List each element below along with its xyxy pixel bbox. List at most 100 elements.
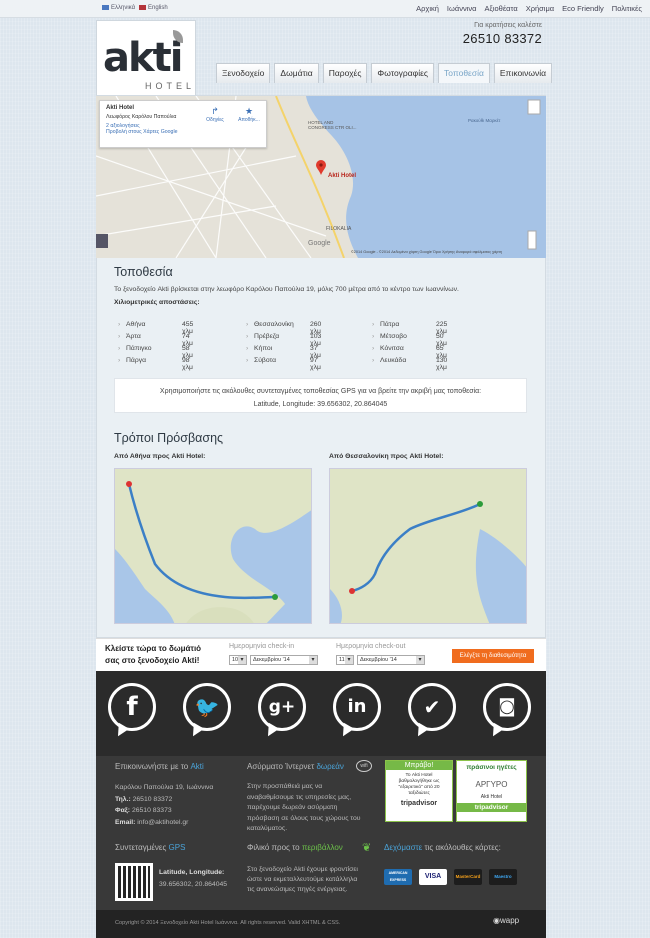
nav-photos[interactable]: Φωτογραφίες xyxy=(371,63,434,83)
linkedin-icon[interactable]: in xyxy=(333,683,381,731)
gps-title-b: GPS xyxy=(168,843,186,852)
eco-line: ώστε να εκμεταλλευτούμε κατάλληλα xyxy=(247,876,358,883)
nav-amenities[interactable]: Παροχές xyxy=(322,63,368,83)
ta1-head: Μπράβο! xyxy=(386,761,452,770)
checkout-month-select[interactable]: Δεκεμβρίου '14 xyxy=(357,655,425,665)
ta1-line: ταξιδιώτες xyxy=(408,791,430,796)
route-thess-title: Από Θεσσαλονίκη προς Akti Hotel: xyxy=(329,453,444,460)
topnav-sights[interactable]: Αξιοθέατα xyxy=(484,4,517,13)
save-button[interactable]: ★ Αποθήκ... xyxy=(234,106,264,123)
wifi-title-a: Ασύρματο Ίντερνετ xyxy=(247,762,317,771)
eco-title: Φιλικό προς το περιβάλλον xyxy=(247,843,343,852)
checkin-label: Ημερομηνία check-in xyxy=(229,643,295,650)
dist-km: 98 χλμ xyxy=(182,357,193,371)
route-map-thessaloniki[interactable] xyxy=(329,468,527,624)
dist-city: Πάπιγκο xyxy=(126,345,152,352)
cards-title-b: τις ακόλουθες κάρτες: xyxy=(424,843,501,852)
dist-city: Μέτσοβο xyxy=(380,333,407,340)
dist-km: 130 χλμ xyxy=(436,357,448,371)
check-availability-button[interactable]: Ελέγξτε τη διαθεσιμότητα xyxy=(452,649,534,663)
distances-title: Χιλιομετρικές αποστάσεις: xyxy=(114,299,200,306)
tel-label: Τηλ.: xyxy=(115,795,131,803)
topnav-home[interactable]: Αρχική xyxy=(416,4,439,13)
wifi-icon: wifi xyxy=(356,760,372,772)
contact-fax: 26510 83373 xyxy=(131,807,172,814)
maestro-card-icon: Maestro xyxy=(489,869,517,885)
cards-title: Δεχόμαστε τις ακόλουθες κάρτες: xyxy=(384,843,501,852)
tripadvisor-badge-green[interactable]: πράσινοι ηγέτες ΑΡΓΥΡΟ Akti Hotel tripad… xyxy=(456,760,527,822)
directions-icon: ↱ xyxy=(211,106,219,116)
logo[interactable]: akti HOTEL xyxy=(96,20,196,98)
star-icon: ★ xyxy=(244,106,254,116)
location-title: Τοποθεσία xyxy=(114,265,173,279)
topnav-useful[interactable]: Χρήσιμα xyxy=(526,4,554,13)
nav-location[interactable]: Τοποθεσία xyxy=(437,63,490,83)
save-label: Αποθήκ... xyxy=(238,117,260,123)
distances-table: › Αθήνα 455 χλμ › Θεσσαλονίκη 260 χλμ › Πάτρα… xyxy=(118,321,448,371)
contact-info: Καρόλου Παπούλια 19, Ιωάννινα Τηλ.: 2651… xyxy=(115,782,213,828)
topnav-ioannina[interactable]: Ιωάννινα xyxy=(447,4,477,13)
wifi-line: καταλύματος. xyxy=(247,825,288,832)
email-label: Email: xyxy=(115,818,136,826)
social-bar: f 🐦 g+ in ✔ ◙ xyxy=(96,671,546,756)
instagram-icon[interactable]: ◙ xyxy=(483,683,531,731)
amex-card-icon: AMERICAN EXPRESS xyxy=(384,869,412,885)
nav-rooms[interactable]: Δωμάτια xyxy=(274,63,319,83)
gps-footer-label: Latitude, Longitude: xyxy=(159,869,225,876)
nav-hotel[interactable]: Ξενοδοχείο xyxy=(216,63,271,83)
ta1-brand: tripadvisor xyxy=(400,800,438,807)
lang-english[interactable]: English xyxy=(139,5,168,11)
lang-english-label: English xyxy=(148,5,168,12)
dist-city: Πάτρα xyxy=(380,321,400,328)
nav-contact[interactable]: Επικοινωνία xyxy=(493,63,553,83)
location-intro: Το ξενοδοχείο Akti βρίσκεται στην λεωφόρ… xyxy=(114,286,459,293)
google-plus-icon[interactable]: g+ xyxy=(258,683,306,731)
lang-greek-label: Ελληνικά xyxy=(111,5,136,12)
wapp-icon: ◉ xyxy=(493,916,500,925)
checkout-day-select[interactable]: 11 xyxy=(336,655,354,665)
gps-title-a: Συντεταγμένες xyxy=(115,843,169,852)
dist-city: Πρέβεζα xyxy=(254,333,280,340)
directions-button[interactable]: ↱ Οδηγίες xyxy=(200,106,230,123)
directions-label: Οδηγίες xyxy=(206,117,224,123)
wifi-title-b: δωρεάν xyxy=(316,762,344,771)
contact-title-b: Akti xyxy=(190,762,204,771)
dist-city: Θεσσαλονίκη xyxy=(254,321,294,328)
wapp-logo[interactable]: ◉wapp xyxy=(493,916,519,925)
topnav-eco[interactable]: Eco Friendly xyxy=(562,4,604,13)
topnav-policies[interactable]: Πολιτικές xyxy=(612,4,642,13)
qr-code-icon xyxy=(115,863,153,901)
map-card-view-link[interactable]: Προβολή στους Χάρτες Google xyxy=(106,129,260,135)
wifi-line: πρόσβαση σε όλους τους χώρους του xyxy=(247,814,361,822)
map-footer[interactable]: ©2014 Google - ©2014 Δεδομένα χάρτη Goog… xyxy=(351,250,502,254)
eco-title-b: περιβάλλον xyxy=(301,843,343,852)
map-label-rakouthi: Ρακούθι Μαρκέτ xyxy=(468,118,501,123)
map-info-card: Akti Hotel Λεωφόρος Καρόλου Παπούλια 2 α… xyxy=(99,100,267,148)
map-label-congress: HOTEL AND CONGRESS CTR OLI... xyxy=(308,120,357,130)
header-phone: 26510 83372 xyxy=(462,31,542,46)
checkout-label: Ημερομηνία check-out xyxy=(336,643,406,650)
route-map-athens[interactable] xyxy=(114,468,312,624)
checkin-day-select[interactable]: 10 xyxy=(229,655,247,665)
checkin-month-select[interactable]: Δεκεμβρίου '14 xyxy=(250,655,318,665)
gps-footer-value: 39.656302, 20.864045 xyxy=(159,880,228,888)
gps-footer-title: Συντεταγμένες GPS xyxy=(115,843,185,852)
facebook-icon[interactable]: f xyxy=(108,683,156,731)
wifi-text: Στην προσπάθειά μας να αναβαθμίσουμε τις… xyxy=(247,782,361,835)
map-marker-label: Akti Hotel xyxy=(328,173,357,179)
twitter-icon[interactable]: 🐦 xyxy=(183,683,231,731)
contact-tel[interactable]: 26510 83372 xyxy=(133,796,173,803)
ta2-level: ΑΡΓΥΡΟ xyxy=(475,780,508,789)
dist-city: Αθήνα xyxy=(126,321,146,328)
tripadvisor-icon[interactable]: ✔ xyxy=(408,683,456,731)
ta1-body: Το Akti Hotel βαθμολογήθηκε ως "εξαιρετι… xyxy=(386,773,452,797)
dist-city: Λευκάδα xyxy=(380,357,407,364)
lang-greek[interactable]: Ελληνικά xyxy=(102,5,135,11)
contact-email[interactable]: info@aktihotel.gr xyxy=(137,819,188,826)
call-text: Για κρατήσεις καλέστε xyxy=(474,22,542,29)
main-nav: Ξενοδοχείο Δωμάτια Παροχές Φωτογραφίες Τ… xyxy=(216,63,556,83)
map-marker-icon[interactable] xyxy=(316,160,326,175)
tripadvisor-badge-bravo[interactable]: Μπράβο! Το Akti Hotel βαθμολογήθηκε ως "… xyxy=(385,760,453,822)
dist-city: Κόνιτσα xyxy=(380,345,404,352)
gps-footer-info: Latitude, Longitude: 39.656302, 20.86404… xyxy=(159,867,227,890)
